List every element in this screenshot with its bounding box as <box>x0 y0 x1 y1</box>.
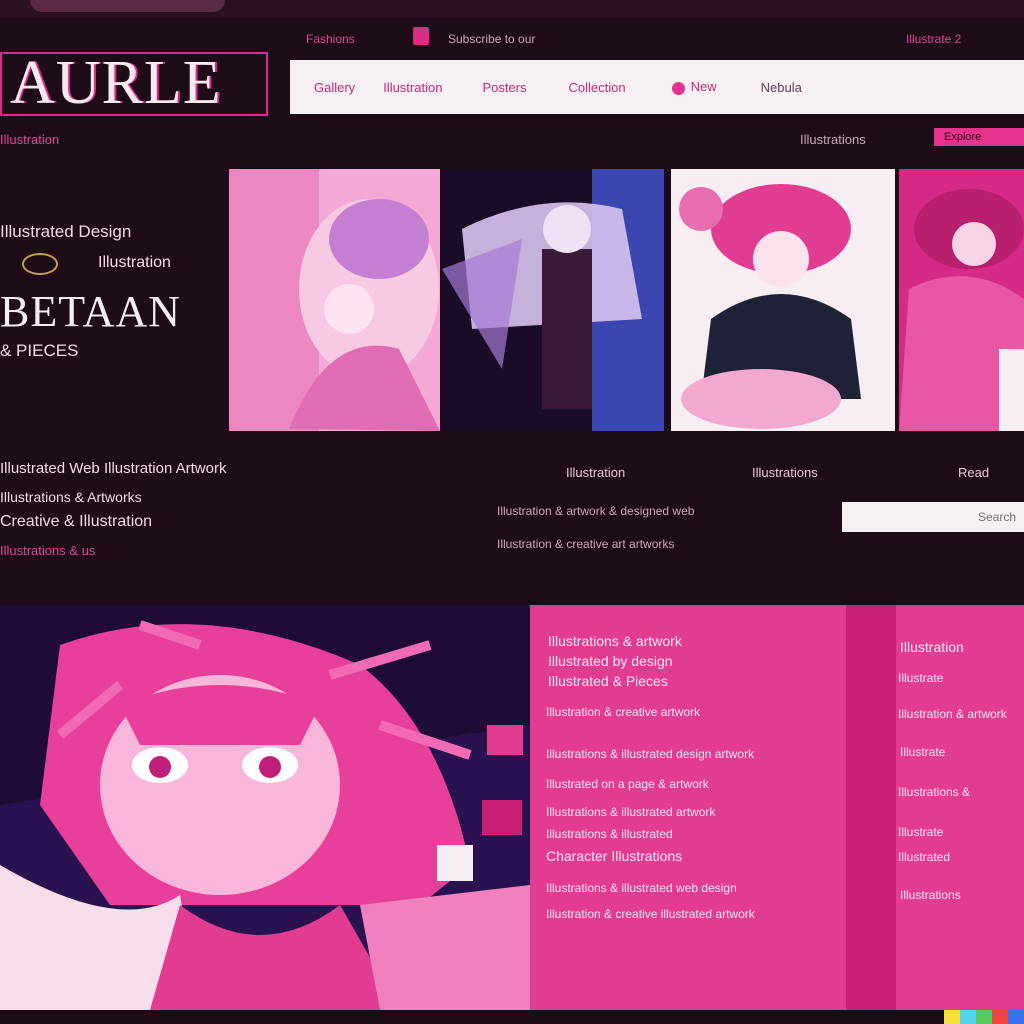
eye-icon <box>22 253 58 275</box>
panel-c-text-3: Illustrate <box>900 745 946 759</box>
description-line-2: Illustration & creative art artworks <box>497 537 675 551</box>
bag-icon[interactable] <box>413 27 429 45</box>
nav-item-nebula[interactable]: Nebula <box>761 80 802 95</box>
panel-a-text-4: Illustrations & illustrated artwork <box>546 805 716 819</box>
nav-item-posters[interactable]: Posters <box>482 80 526 95</box>
panel-a-title-4: Character Illustrations <box>546 848 683 864</box>
main-nav: Gallery Illustration Posters Collection … <box>290 60 1024 114</box>
panel-c-text-1: Illustrate <box>898 671 944 685</box>
panel-a-text-7: Illustration & creative illustrated artw… <box>546 907 755 921</box>
column-label-1[interactable]: Illustration <box>566 465 625 480</box>
utility-link-left[interactable]: Fashions <box>306 32 355 46</box>
brand-subtitle: Illustration <box>0 132 60 147</box>
brand-logo[interactable]: AURLE <box>0 52 268 116</box>
gallery-thumb-3[interactable] <box>671 169 895 431</box>
explore-button[interactable]: Explore <box>934 128 1024 146</box>
gallery-thumb-4[interactable] <box>899 169 1024 431</box>
panel-a-title-1: Illustrations & artwork <box>548 633 682 649</box>
panel-a-text-6: Illustrations & illustrated web design <box>546 881 737 895</box>
window-top-strip <box>0 0 1024 18</box>
panel-c-text-6: Illustrated <box>898 850 951 864</box>
hero-text: Illustrated Design Illustration BETAAN &… <box>0 222 222 361</box>
browser-tab[interactable] <box>30 0 225 12</box>
utility-link-right[interactable]: Illustrate 2 <box>906 32 961 46</box>
nav-item-collection[interactable]: Collection <box>569 80 626 95</box>
hero-line-1: Illustrated Design <box>0 222 132 241</box>
panel-c-text-7: Illustrations <box>900 888 961 902</box>
panel-a-text-1: Illustration & creative artwork <box>546 705 701 719</box>
description-line-1: Illustration & artwork & designed web <box>497 504 695 518</box>
hero-line-4: & PIECES <box>0 341 79 360</box>
panel-c-text-5: Illustrate <box>898 825 944 839</box>
nav-item-new[interactable]: New <box>671 79 717 95</box>
color-swatch-red <box>992 1010 1008 1024</box>
gallery-thumb-1[interactable] <box>229 169 440 431</box>
nav-item-gallery[interactable]: Gallery <box>314 80 355 95</box>
hero-headline: BETAAN <box>0 287 181 336</box>
panel-a-text-5: Illustrations & illustrated <box>546 827 673 841</box>
color-swatch-yellow <box>944 1010 960 1024</box>
article-link[interactable]: Illustrations & us <box>0 543 440 558</box>
color-swatch-green <box>976 1010 992 1024</box>
gallery <box>229 169 1024 431</box>
panel-a-title-2: Illustrated by design <box>548 653 673 669</box>
feature-panel-divider <box>846 605 896 1010</box>
article-meta: Illustrated Web Illustration Artwork Ill… <box>0 460 440 558</box>
color-signature <box>944 1010 1024 1024</box>
panel-a-text-3: Illustrated on a page & artwork <box>546 777 709 791</box>
feature-panel-main: Illustrations & artwork Illustrated by d… <box>530 605 846 1010</box>
panel-c-text-2: Illustration & artwork <box>898 707 1007 721</box>
search-input[interactable] <box>842 502 1024 532</box>
nav-item-new-label: New <box>690 79 717 95</box>
feature-panel-side: Illustration Illustrate Illustration & a… <box>896 605 1024 1010</box>
color-swatch-blue <box>1008 1010 1024 1024</box>
nav-item-illustration[interactable]: Illustration <box>383 80 442 95</box>
color-swatch-cyan <box>960 1010 976 1024</box>
article-heading: Illustrated Web Illustration Artwork <box>0 460 227 477</box>
panel-a-text-2: Illustrations & illustrated design artwo… <box>546 747 755 761</box>
feature-illustration <box>0 605 530 1010</box>
panel-a-title-3: Illustrated & Pieces <box>548 673 668 689</box>
utility-subscribe-link[interactable]: Subscribe to our <box>448 32 535 46</box>
gallery-thumb-2[interactable] <box>442 169 664 431</box>
new-dot-icon <box>671 81 685 95</box>
article-line-2: Creative & Illustration <box>0 513 153 530</box>
subnav-link[interactable]: Illustrations <box>800 132 866 147</box>
panel-c-text-4: Illustrations & <box>898 785 971 799</box>
column-label-2[interactable]: Illustrations <box>752 465 818 480</box>
footer-strip <box>0 1010 1024 1024</box>
article-line-1: Illustrations & Artworks <box>0 489 142 505</box>
column-label-3[interactable]: Read <box>958 465 989 480</box>
panel-c-title: Illustration <box>900 639 964 655</box>
